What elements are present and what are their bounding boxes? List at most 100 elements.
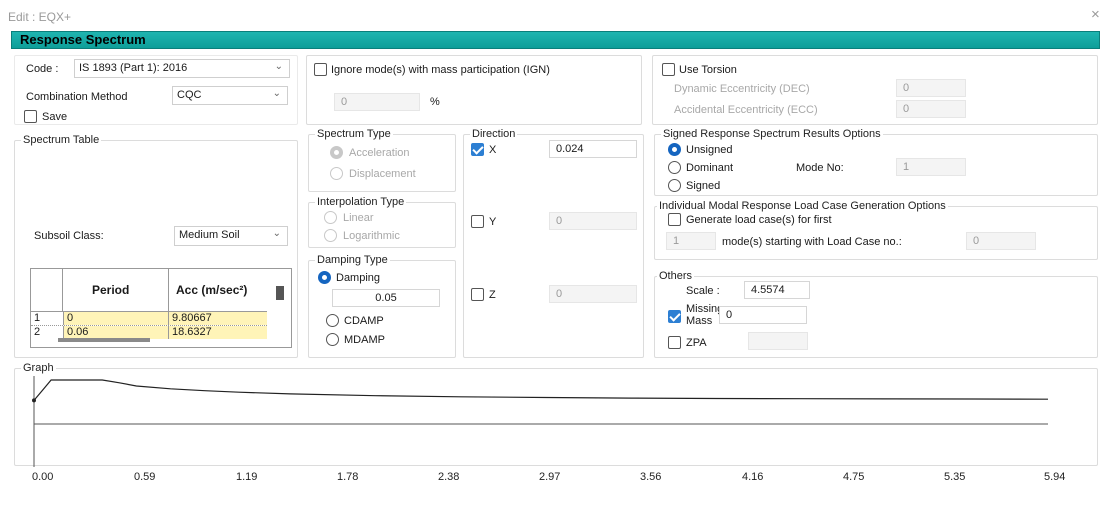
x-checkbox[interactable] — [471, 143, 484, 156]
row-acc: 9.80667 — [172, 312, 212, 324]
row-period-cell: 0 — [63, 312, 168, 325]
interpolation-title: Interpolation Type — [315, 196, 407, 208]
section-header: Response Spectrum — [11, 31, 1100, 49]
close-icon[interactable]: × — [1091, 7, 1100, 22]
ign-label: Ignore mode(s) with mass participation (… — [331, 64, 550, 76]
row-period: 0.06 — [67, 326, 89, 338]
signed-radio[interactable] — [668, 179, 681, 192]
grid-header-sep — [168, 269, 169, 311]
z-field[interactable]: 0 — [549, 285, 637, 303]
start-label: mode(s) starting with Load Case no.: — [722, 236, 902, 248]
count-value: 1 — [673, 235, 680, 247]
missing-mass-field[interactable]: 0 — [719, 306, 807, 324]
subsoil-label: Subsoil Class: — [34, 230, 104, 242]
y-label: Y — [489, 216, 497, 228]
torsion-checkbox[interactable] — [662, 63, 675, 76]
row-acc-cell: 18.6327 — [168, 326, 267, 339]
count-field[interactable]: 1 — [666, 232, 716, 250]
linear-radio[interactable] — [324, 211, 337, 224]
logarithmic-radio[interactable] — [324, 229, 337, 242]
start-value: 0 — [973, 235, 980, 247]
period-header[interactable]: Period — [92, 283, 129, 297]
dec-value: 0 — [903, 82, 910, 94]
scale-label: Scale : — [686, 285, 720, 297]
row-period: 0 — [67, 312, 74, 324]
zpa-label: ZPA — [686, 337, 707, 349]
spectrum-type-title: Spectrum Type — [315, 128, 393, 140]
ecc-field[interactable]: 0 — [896, 100, 966, 118]
row-acc: 18.6327 — [172, 326, 212, 338]
missing-mass-checkbox[interactable] — [668, 310, 681, 323]
chevron-down-icon: ⌄ — [274, 61, 283, 72]
displacement-label: Displacement — [349, 168, 416, 180]
damping-title: Damping Type — [315, 254, 390, 266]
torsion-label: Use Torsion — [679, 64, 737, 76]
ign-checkbox[interactable] — [314, 63, 327, 76]
acceleration-radio[interactable] — [330, 146, 343, 159]
combination-label: Combination Method — [26, 91, 128, 103]
acc-header[interactable]: Acc (m/sec²) — [176, 283, 247, 297]
save-label: Save — [42, 111, 68, 123]
table-row[interactable]: 1 0 9.80667 — [31, 311, 267, 325]
generate-checkbox[interactable] — [668, 213, 681, 226]
dec-label: Dynamic Eccentricity (DEC) — [674, 83, 810, 95]
damping-radio[interactable] — [318, 271, 331, 284]
ecc-label: Accidental Eccentricity (ECC) — [674, 104, 818, 116]
table-row[interactable]: 2 0.06 18.6327 — [31, 325, 267, 339]
y-field[interactable]: 0 — [549, 212, 637, 230]
x-tick-label: 0.00 — [32, 471, 54, 483]
x-tick-label: 3.56 — [640, 471, 662, 483]
mode-value: 1 — [903, 161, 910, 173]
row-number: 2 — [34, 326, 41, 338]
horizontal-scrollbar[interactable] — [58, 338, 150, 342]
combination-select[interactable]: CQC ⌄ — [172, 86, 288, 105]
damping-value: 0.05 — [375, 292, 397, 304]
mode-label: Mode No: — [796, 162, 844, 174]
unsigned-label: Unsigned — [686, 144, 733, 156]
code-select[interactable]: IS 1893 (Part 1): 2016 ⌄ — [74, 59, 290, 78]
x-tick-label: 5.35 — [944, 471, 966, 483]
x-field[interactable]: 0.024 — [549, 140, 637, 158]
x-tick-label: 0.59 — [134, 471, 156, 483]
start-field[interactable]: 0 — [966, 232, 1036, 250]
save-checkbox[interactable] — [24, 110, 37, 123]
displacement-radio[interactable] — [330, 167, 343, 180]
y-value: 0 — [556, 215, 563, 227]
grid-scroll-thumb[interactable] — [276, 286, 284, 300]
cdamp-radio[interactable] — [326, 314, 339, 327]
x-tick-label: 2.38 — [438, 471, 460, 483]
dominant-radio[interactable] — [668, 161, 681, 174]
x-label: X — [489, 144, 497, 156]
ign-value: 0 — [341, 96, 348, 108]
missing-mass-value: 0 — [726, 309, 733, 321]
zpa-field[interactable] — [748, 332, 808, 350]
damping-label: Damping — [336, 272, 381, 284]
mdamp-radio[interactable] — [326, 333, 339, 346]
z-label: Z — [489, 289, 496, 301]
missing-label: Missing — [686, 303, 724, 315]
window-title: Edit : EQX+ — [8, 10, 72, 24]
others-title: Others — [657, 270, 695, 282]
subsoil-select[interactable]: Medium Soil ⌄ — [174, 226, 288, 246]
code-value: IS 1893 (Part 1): 2016 — [79, 62, 188, 74]
individual-title: Individual Modal Response Load Case Gene… — [657, 200, 948, 212]
y-checkbox[interactable] — [471, 215, 484, 228]
z-checkbox[interactable] — [471, 288, 484, 301]
generate-label: Generate load case(s) for first — [686, 214, 832, 226]
signed-title: Signed Response Spectrum Results Options — [661, 128, 883, 140]
dec-field[interactable]: 0 — [896, 79, 966, 97]
chevron-down-icon: ⌄ — [272, 88, 281, 99]
ecc-value: 0 — [903, 103, 910, 115]
zpa-checkbox[interactable] — [668, 336, 681, 349]
dominant-label: Dominant — [686, 162, 734, 174]
scale-field[interactable]: 4.5574 — [744, 281, 810, 299]
signed-label: Signed — [686, 180, 721, 192]
direction-title: Direction — [470, 128, 518, 140]
acceleration-label: Acceleration — [349, 147, 410, 159]
unsigned-radio[interactable] — [668, 143, 681, 156]
damping-field[interactable]: 0.05 — [332, 289, 440, 307]
z-value: 0 — [556, 288, 563, 300]
ign-field[interactable]: 0 — [334, 93, 420, 111]
mode-field[interactable]: 1 — [896, 158, 966, 176]
x-tick-label: 2.97 — [539, 471, 561, 483]
